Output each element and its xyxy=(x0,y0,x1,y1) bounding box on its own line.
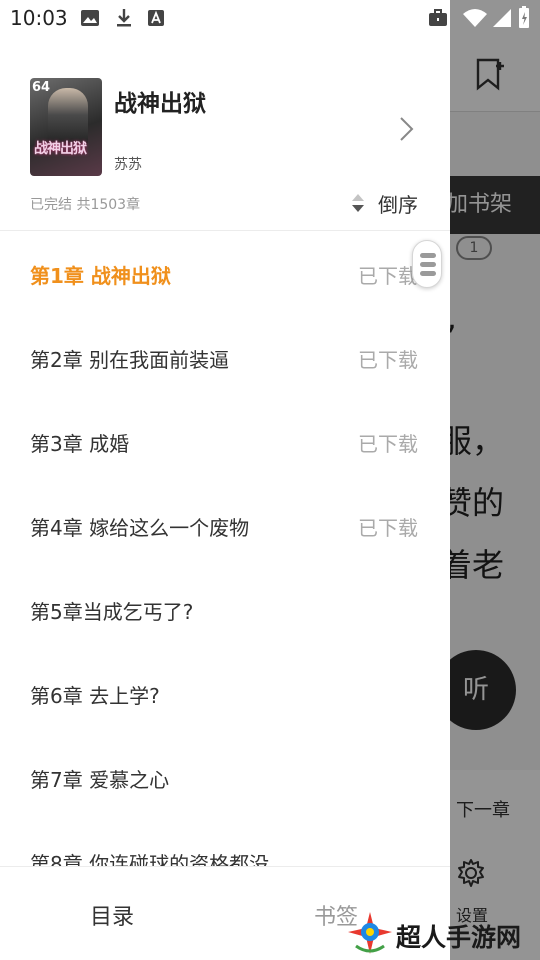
chapter-title: 第8章 你连碰球的资格都没 xyxy=(30,852,270,866)
watermark-logo-icon xyxy=(348,912,392,954)
chapter-download-status: 已下载 xyxy=(358,264,418,288)
watermark-logo: 超人手游网 xyxy=(346,906,540,960)
book-title: 战神出狱 xyxy=(114,91,206,117)
work-profile-icon xyxy=(429,9,447,26)
chapter-download-status: 已下载 xyxy=(358,348,418,372)
chapter-title: 第2章 别在我面前装逼 xyxy=(30,348,230,372)
chapter-list[interactable]: 第1章 战神出狱 已下载 第2章 别在我面前装逼 已下载 第3章 成婚 已下载 … xyxy=(0,232,450,866)
cover-number: 64 xyxy=(32,80,51,95)
book-info-header[interactable]: 64 战神出狱 战神出狱 苏苏 已完结 共1503章 倒序 xyxy=(0,36,450,231)
chapter-item[interactable]: 第2章 别在我面前装逼 已下载 xyxy=(0,316,450,400)
chapter-title: 第4章 嫁给这么一个废物 xyxy=(30,516,250,540)
status-bar: 10:03 xyxy=(0,0,450,36)
book-cover[interactable]: 64 战神出狱 xyxy=(30,78,102,176)
watermark-text: 超人手游网 xyxy=(396,923,522,952)
signal-icon xyxy=(493,9,511,27)
chapter-item[interactable]: 第3章 成婚 已下载 xyxy=(0,400,450,484)
fast-scroll-handle[interactable] xyxy=(412,240,442,288)
chapter-item[interactable]: 第8章 你连碰球的资格都没 xyxy=(0,820,450,866)
image-icon xyxy=(81,10,99,26)
status-time: 10:03 xyxy=(10,6,68,30)
chapter-download-status: 已下载 xyxy=(358,432,418,456)
chapter-title: 第3章 成婚 xyxy=(30,432,130,456)
sort-order-toggle[interactable]: 倒序 xyxy=(350,188,418,218)
battery-icon xyxy=(519,6,529,28)
chapter-item[interactable]: 第4章 嫁给这么一个废物 已下载 xyxy=(0,484,450,568)
chapter-title: 第1章 战神出狱 xyxy=(30,264,171,288)
wifi-icon xyxy=(463,9,487,27)
chevron-right-icon[interactable] xyxy=(396,116,416,142)
chapter-title: 第5章当成乞丐了? xyxy=(30,600,194,624)
chapter-item[interactable]: 第5章当成乞丐了? xyxy=(0,568,450,652)
chapter-item[interactable]: 第7章 爱慕之心 xyxy=(0,736,450,820)
status-bar-right xyxy=(450,0,540,36)
sort-label: 倒序 xyxy=(378,192,418,217)
font-icon xyxy=(148,10,164,26)
chapter-title: 第6章 去上学? xyxy=(30,684,160,708)
sort-icon xyxy=(352,194,364,212)
chapter-drawer: 10:03 64 战神出狱 战神出狱 苏苏 已完结 共1503章 倒序 第1章 … xyxy=(0,0,450,960)
chapter-download-status: 已下载 xyxy=(358,516,418,540)
download-icon xyxy=(117,9,131,27)
chapter-item[interactable]: 第6章 去上学? xyxy=(0,652,450,736)
tab-table-of-contents[interactable]: 目录 xyxy=(90,899,134,931)
cover-title: 战神出狱 xyxy=(34,141,87,157)
chapter-title: 第7章 爱慕之心 xyxy=(30,768,170,792)
book-status: 已完结 共1503章 xyxy=(30,197,141,213)
chapter-item[interactable]: 第1章 战神出狱 已下载 xyxy=(0,232,450,316)
book-author: 苏苏 xyxy=(114,157,142,173)
